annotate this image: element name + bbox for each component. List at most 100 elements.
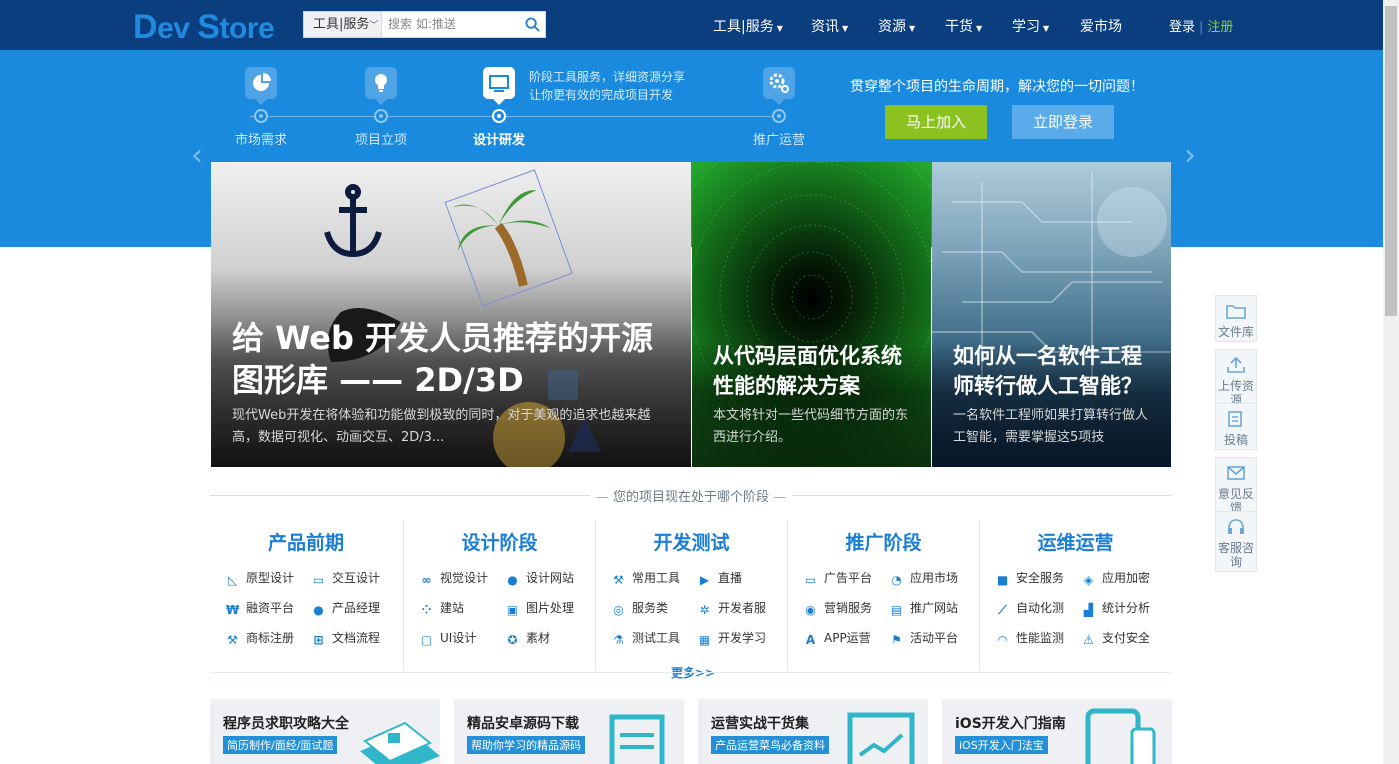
nav-tools-services[interactable]: 工具|服务 ▼ [713, 16, 783, 36]
link-dev-learning[interactable]: ▦ 开发学习 [698, 628, 786, 648]
gear-icon: ✲ [699, 603, 710, 617]
link-app-operation[interactable]: A APP运营 [804, 628, 892, 648]
link-marketing-services[interactable]: ◉ 营销服务 [804, 598, 892, 618]
app-store-icon: A [805, 633, 816, 647]
gavel-icon: ⚒ [227, 633, 238, 647]
link-product-manager[interactable]: ● 产品经理 [312, 598, 400, 618]
prev-arrow-icon[interactable]: ‹ [191, 138, 203, 173]
page-scrollbar[interactable] [1383, 0, 1399, 764]
nav-news[interactable]: 资讯 ▼ [811, 16, 848, 36]
join-now-button[interactable]: 马上加入 [885, 105, 987, 139]
sitemap-icon: ⊞ [313, 633, 324, 647]
feature-desc: 一名软件工程师如果打算转行做人工智能，需要掌握这5项技 [953, 408, 1149, 445]
bar-chart-icon: ▟ [1083, 603, 1094, 617]
image-icon: ▣ [506, 603, 519, 617]
line-chart-icon: ⟋ [998, 603, 1007, 617]
sidebar-file-library[interactable]: 文件库 [1215, 295, 1257, 342]
link-design-sites[interactable]: ● 设计网站 [506, 568, 594, 588]
link-developer-services[interactable]: ✲ 开发者服 [698, 598, 786, 618]
stage-market-demand[interactable]: 市场需求 [226, 67, 296, 148]
feature-article-ai-career[interactable]: 如何从一名软件工程 师转行做人工智能？ 一名软件工程师如果打算转行做人工智能，需… [932, 162, 1171, 467]
search-category-select[interactable]: 工具|服务﹀ [304, 12, 382, 37]
account-links: 登录 | 注册 [1169, 20, 1234, 35]
monitor-icon [483, 67, 515, 99]
link-services[interactable]: ◎ 服务类 [612, 598, 700, 618]
calendar-icon: ▦ [698, 633, 711, 647]
link-test-tools[interactable]: ⚗ 测试工具 [612, 628, 700, 648]
link-image-processing[interactable]: ▣ 图片处理 [506, 598, 594, 618]
card-android-source[interactable]: 精品安卓源码下载 帮助你学习的精品源码 [454, 699, 684, 764]
stage-design-development[interactable]: 设计研发 [464, 67, 534, 148]
triangle-ruler-icon: ◺ [227, 573, 238, 587]
link-app-encryption[interactable]: ◈ 应用加密 [1082, 568, 1170, 588]
tv-icon: ▭ [804, 573, 817, 587]
link-app-market[interactable]: ◔ 应用市场 [890, 568, 978, 588]
caret-down-icon: ▼ [1043, 24, 1050, 33]
link-ui-design[interactable]: ▢ UI设计 [420, 628, 508, 648]
link-promotion-sites[interactable]: ▤ 推广网站 [890, 598, 978, 618]
sidebar-feedback[interactable]: 意见反馈 [1215, 457, 1257, 518]
link-materials[interactable]: ✪ 素材 [506, 628, 594, 648]
upload-icon [1215, 349, 1257, 379]
card-ios-guide[interactable]: iOS开发入门指南 iOS开发入门法宝 [942, 699, 1172, 764]
feature-article-web-graphics[interactable]: 给 Web 开发人员推荐的开源 图形库 —— 2D/3D 现代Web开发在将体验… [211, 162, 691, 467]
stage-promotion-operation[interactable]: 推广运营 [744, 67, 814, 148]
link-payment-security[interactable]: ⚠ 支付安全 [1082, 628, 1170, 648]
shield-icon: ◈ [1083, 573, 1094, 587]
search-icon[interactable] [525, 17, 540, 32]
devstore-logo[interactable]: Dev Store [133, 8, 275, 47]
link-common-tools[interactable]: ⚒ 常用工具 [612, 568, 700, 588]
flag-icon: ⚑ [891, 633, 902, 647]
search-input[interactable]: 搜索 如:推送 [388, 12, 456, 37]
lock-icon: ■ [996, 573, 1009, 587]
sidebar-upload-resource[interactable]: 上传资源 [1215, 349, 1257, 410]
stage-dot [374, 109, 388, 123]
chevron-down-icon: ﹀ [369, 21, 379, 31]
stage-column-promotion: 推广阶段 ▭ 广告平台 ◔ 应用市场 ◉ 营销服务 ▤ 推广网站 A APP运营 ⚑ 活动平… [787, 520, 979, 670]
feature-desc: 现代Web开发在将体验和功能做到极致的同时，对于美观的追求也越来越高，数据可视化… [232, 408, 651, 445]
login-link[interactable]: 登录 [1169, 20, 1195, 35]
pie-chart-icon [245, 67, 277, 99]
register-link[interactable]: 注册 [1207, 20, 1233, 35]
sidebar-submit-article[interactable]: 投稿 [1215, 403, 1257, 450]
link-live-streaming[interactable]: ▶ 直播 [698, 568, 786, 588]
divider [210, 672, 1172, 673]
link-performance-monitor[interactable]: ◠ 性能监测 [996, 628, 1084, 648]
column-title[interactable]: 推广阶段 [788, 528, 979, 555]
scrollbar-thumb[interactable] [1385, 6, 1397, 316]
column-title[interactable]: 运维运营 [980, 528, 1171, 555]
feature-article-code-optimization[interactable]: 从代码层面优化系统 性能的解决方案 本文将针对一些代码细节方面的东西进行介绍。 [692, 162, 931, 467]
api-icon: ◎ [613, 603, 624, 617]
card-operations-collection[interactable]: 运营实战干货集 产品运营菜鸟必备资料 [698, 699, 928, 764]
nav-resources[interactable]: 资源 ▼ [878, 16, 915, 36]
nav-market[interactable]: 爱市场 [1080, 16, 1122, 36]
column-title[interactable]: 开发测试 [596, 528, 787, 555]
nav-learning[interactable]: 学习 ▼ [1012, 16, 1049, 36]
column-title[interactable]: 设计阶段 [404, 528, 595, 555]
browser-icon: ▢ [420, 633, 433, 647]
link-site-building[interactable]: ⁘ 建站 [420, 598, 508, 618]
link-prototype-design[interactable]: ◺ 原型设计 [226, 568, 314, 588]
stage-description: 阶段工具服务，详细资源分享 让你更有效的完成项目开发 [529, 70, 686, 102]
stage-project-approval[interactable]: 项目立项 [346, 67, 416, 148]
card-job-guide[interactable]: 程序员求职攻略大全 简历制作/面经/面试题 [210, 699, 440, 764]
link-security-services[interactable]: ■ 安全服务 [996, 568, 1084, 588]
link-financing-platform[interactable]: ₩ 融资平台 [226, 598, 314, 618]
stage-column-ops: 运维运营 ■ 安全服务 ◈ 应用加密 ⟋ 自动化测 ▟ 统计分析 ◠ 性能监测 ⚠ 支付安全 [979, 520, 1171, 670]
column-title[interactable]: 产品前期 [210, 528, 402, 555]
link-event-platform[interactable]: ⚑ 活动平台 [890, 628, 978, 648]
stage-dot [772, 109, 786, 123]
edit-document-icon [1215, 403, 1257, 433]
link-interaction-design[interactable]: ▭ 交互设计 [312, 568, 400, 588]
star-icon: ✪ [507, 633, 518, 647]
link-document-flow[interactable]: ⊞ 文档流程 [312, 628, 400, 648]
link-visual-design[interactable]: ∞ 视觉设计 [420, 568, 508, 588]
link-automation-test[interactable]: ⟋ 自动化测 [996, 598, 1084, 618]
link-ad-platform[interactable]: ▭ 广告平台 [804, 568, 892, 588]
link-trademark-registration[interactable]: ⚒ 商标注册 [226, 628, 314, 648]
next-arrow-icon[interactable]: › [1184, 138, 1196, 173]
nav-dry-goods[interactable]: 干货 ▼ [945, 16, 982, 36]
link-statistics[interactable]: ▟ 统计分析 [1082, 598, 1170, 618]
sidebar-customer-service[interactable]: 客服咨询 [1215, 511, 1257, 572]
login-now-button[interactable]: 立即登录 [1012, 105, 1114, 139]
